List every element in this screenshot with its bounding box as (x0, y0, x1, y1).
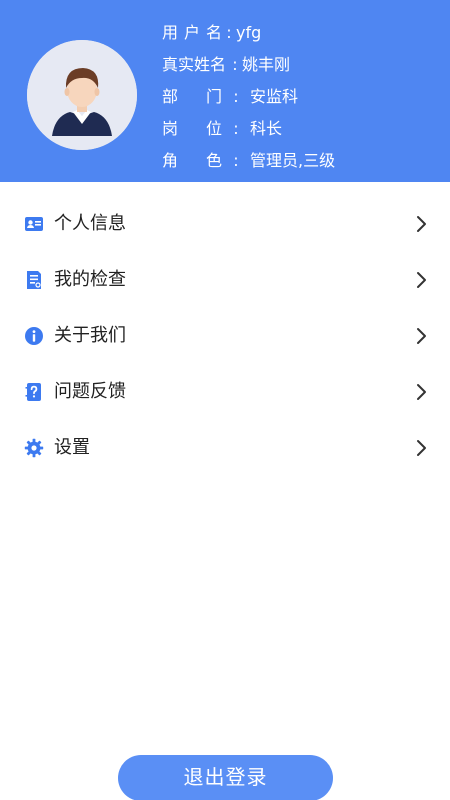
menu-item-label: 关于我们 (54, 325, 126, 346)
role-separator: : (233, 151, 239, 170)
dept-row: 部门: 安监科 (162, 81, 298, 113)
gear-icon (24, 438, 44, 458)
profile-page: 用户名: yfg 真实姓名: 姚丰刚 部门: 安监科 岗位: 科长 角色: 管理员,三级 (0, 0, 450, 800)
role-label: 角色 (162, 151, 222, 170)
avatar[interactable] (27, 40, 137, 150)
post-value: 科长 (250, 119, 283, 138)
chevron-right-icon (412, 439, 430, 457)
logout-button[interactable]: 退出登录 (118, 755, 333, 800)
profile-header: 用户名: yfg 真实姓名: 姚丰刚 部门: 安监科 岗位: 科长 角色: 管理员,三级 (0, 0, 450, 182)
dept-separator: : (233, 87, 239, 106)
username-separator: : (226, 23, 232, 42)
dept-label: 部门 (162, 87, 222, 106)
role-value: 管理员,三级 (250, 151, 336, 170)
realname-value: 姚丰刚 (242, 55, 291, 74)
chevron-right-icon (412, 271, 430, 289)
username-row: 用户名: yfg (162, 17, 261, 49)
menu-item-feedback[interactable]: 问题反馈 (0, 364, 450, 420)
menu-item-about-us[interactable]: 关于我们 (0, 308, 450, 364)
info-icon (24, 326, 44, 346)
role-row: 角色: 管理员,三级 (162, 145, 335, 177)
realname-label: 真实姓名 (162, 55, 227, 74)
chevron-right-icon (412, 327, 430, 345)
menu-item-label: 个人信息 (54, 213, 126, 234)
post-row: 岗位: 科长 (162, 113, 282, 145)
menu-item-label: 设置 (54, 437, 90, 458)
username-label: 用户名 (162, 23, 222, 42)
realname-row: 真实姓名: 姚丰刚 (162, 49, 290, 81)
feedback-question-icon (24, 382, 44, 402)
chevron-right-icon (412, 383, 430, 401)
menu-item-personal-info[interactable]: 个人信息 (0, 196, 450, 252)
realname-separator: : (232, 55, 238, 74)
user-avatar-icon (27, 40, 137, 150)
menu-item-label: 问题反馈 (54, 381, 126, 402)
menu-item-label: 我的检查 (54, 269, 126, 290)
post-separator: : (233, 119, 239, 138)
id-card-icon (24, 214, 44, 234)
dept-value: 安监科 (250, 87, 299, 106)
menu-item-settings[interactable]: 设置 (0, 420, 450, 476)
username-value: yfg (236, 23, 262, 42)
chevron-right-icon (412, 215, 430, 233)
post-label: 岗位 (162, 119, 222, 138)
menu-item-my-inspections[interactable]: 我的检查 (0, 252, 450, 308)
document-check-icon (24, 270, 44, 290)
